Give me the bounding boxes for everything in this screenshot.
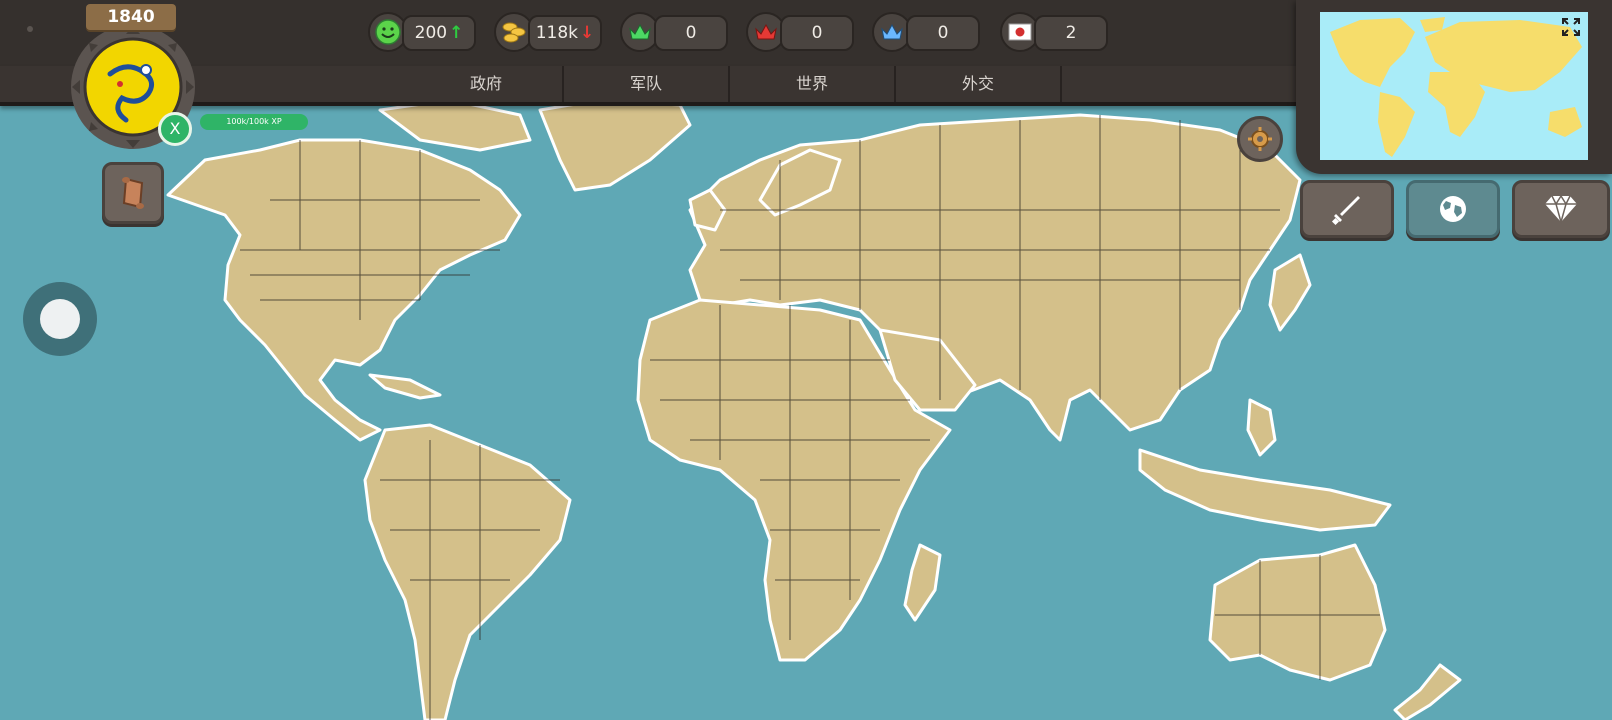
tab-government[interactable]: 政府 bbox=[410, 66, 564, 102]
globe-icon bbox=[1440, 196, 1466, 222]
sword-icon bbox=[1331, 196, 1360, 226]
camera-joystick[interactable] bbox=[23, 282, 97, 356]
tab-military[interactable]: 军队 bbox=[564, 66, 730, 102]
resource-value: 118k ↓ bbox=[528, 15, 602, 51]
resource-value: 0 bbox=[654, 15, 728, 51]
resource-value: 0 bbox=[780, 15, 854, 51]
resource-value: 0 bbox=[906, 15, 980, 51]
joystick-knob[interactable] bbox=[40, 299, 80, 339]
resource-value: 200 ↑ bbox=[402, 15, 476, 51]
xp-bar: 100k/100k XP bbox=[200, 114, 308, 130]
arrow-up-icon: ↑ bbox=[449, 23, 464, 43]
tab-world[interactable]: 世界 bbox=[730, 66, 896, 102]
premium-button[interactable] bbox=[1512, 180, 1610, 238]
year-label: 1840 bbox=[86, 4, 176, 30]
tab-diplomacy[interactable]: 外交 bbox=[896, 66, 1062, 102]
world-button[interactable] bbox=[1406, 180, 1500, 238]
history-scroll-button[interactable] bbox=[102, 162, 164, 224]
level-button[interactable]: X bbox=[158, 112, 192, 146]
indicator-dot bbox=[27, 26, 33, 32]
resource-value: 2 bbox=[1034, 15, 1108, 51]
gear-icon bbox=[1248, 127, 1272, 151]
diamond-icon bbox=[1545, 194, 1577, 224]
military-button[interactable] bbox=[1300, 180, 1394, 238]
scroll-icon bbox=[122, 177, 144, 209]
settings-button[interactable] bbox=[1237, 116, 1283, 162]
minimap[interactable] bbox=[1320, 12, 1588, 160]
fullscreen-icon[interactable] bbox=[1562, 18, 1580, 36]
arrow-down-icon: ↓ bbox=[580, 23, 595, 43]
